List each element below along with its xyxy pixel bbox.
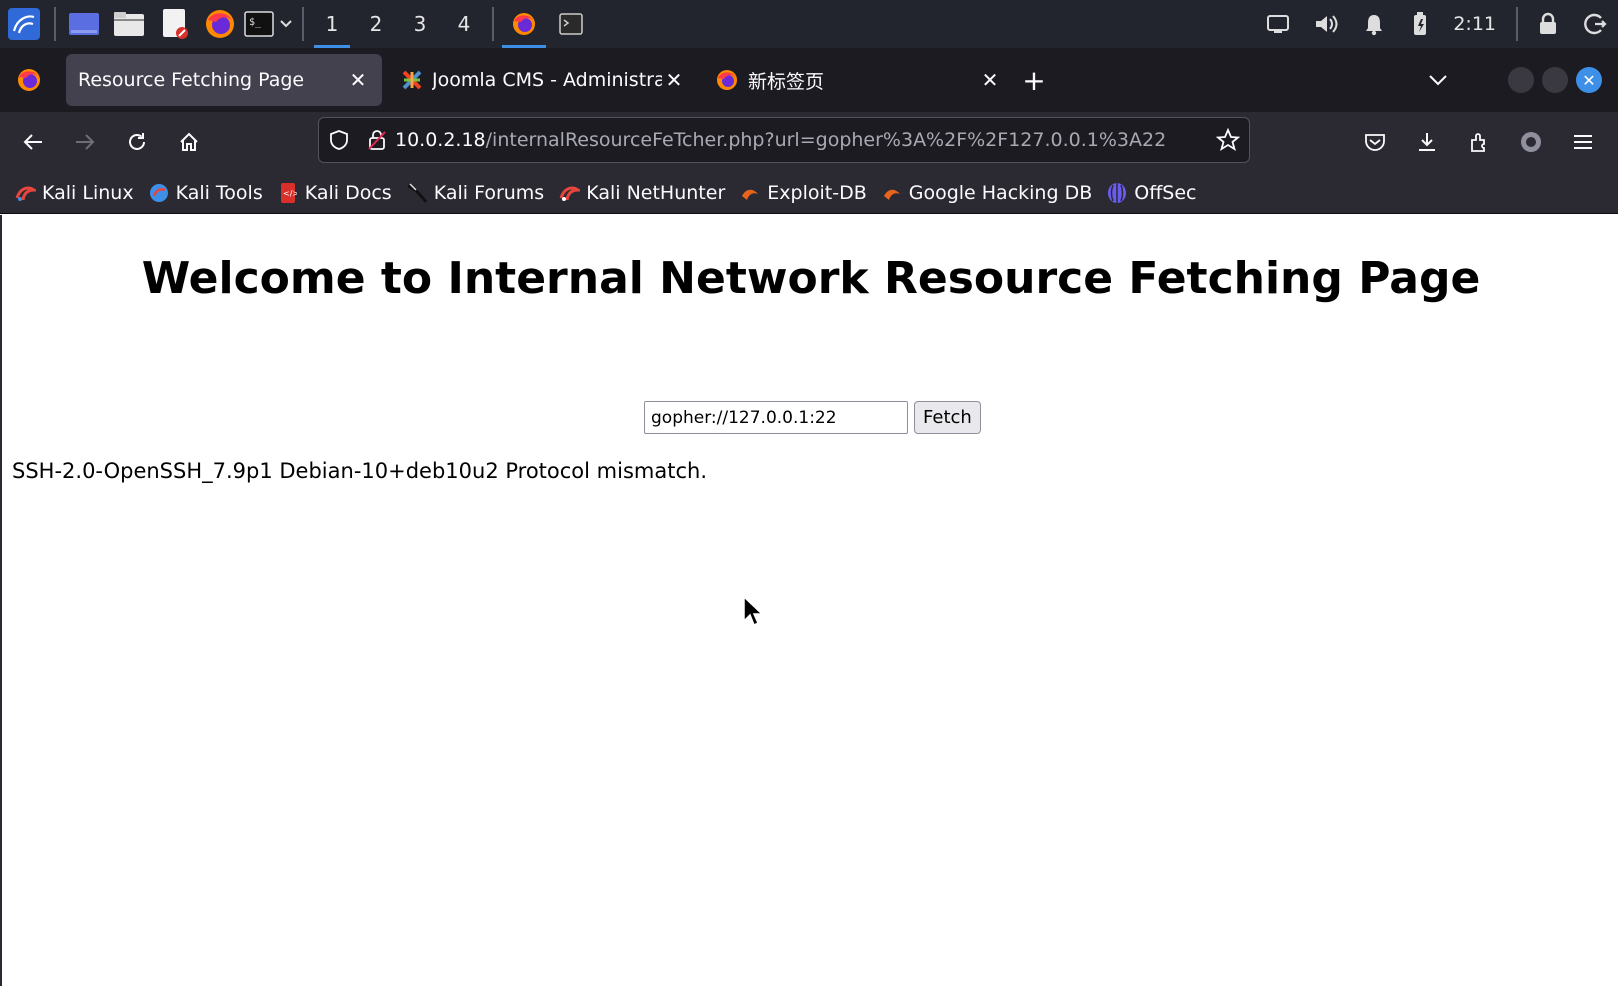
fetch-button[interactable]: Fetch	[914, 401, 981, 434]
bookmark-label: Kali Docs	[304, 181, 392, 204]
bookmark-label: Exploit-DB	[767, 181, 867, 204]
bookmark-label: Kali Tools	[175, 181, 263, 204]
clock: 2:11	[1453, 13, 1496, 35]
exploit-db-icon	[739, 182, 761, 204]
hamburger-menu-icon[interactable]	[1558, 122, 1608, 162]
bookmark-kali-linux[interactable]: Kali Linux	[14, 182, 134, 204]
firefox-window-button[interactable]	[500, 0, 548, 48]
kali-menu-icon[interactable]	[0, 0, 48, 48]
navigation-toolbar: 10.0.2.18/internalResourceFeTcher.php?ur…	[0, 112, 1618, 172]
chevron-down-icon[interactable]	[276, 0, 296, 48]
system-tray: 2:11	[1255, 0, 1618, 48]
kali-tools-icon	[148, 182, 170, 204]
volume-icon[interactable]	[1301, 0, 1351, 48]
logout-icon[interactable]	[1572, 0, 1618, 48]
toolbar-right-group	[1350, 112, 1610, 172]
url-text[interactable]: 10.0.2.18/internalResourceFeTcher.php?ur…	[395, 129, 1207, 151]
terminal-launcher-icon[interactable]: $_	[242, 0, 276, 48]
firefox-icon	[716, 69, 742, 91]
bookmark-label: Kali Linux	[42, 181, 134, 204]
home-icon[interactable]	[164, 122, 214, 162]
reload-icon[interactable]	[112, 122, 162, 162]
bookmark-label: OffSec	[1134, 181, 1197, 204]
maximize-button[interactable]	[1542, 67, 1568, 93]
svg-text:</>: </>	[283, 189, 297, 198]
tab-joomla-cms[interactable]: Joomla CMS - Administrat ✕	[388, 54, 698, 106]
bookmark-kali-docs[interactable]: </> Kali Docs	[277, 182, 392, 204]
new-tab-plus-icon[interactable]: +	[1014, 64, 1054, 97]
bookmarks-toolbar: Kali Linux Kali Tools </> Kali Docs Kali…	[0, 172, 1618, 214]
svg-text:$_: $_	[249, 17, 262, 28]
bookmark-label: Kali NetHunter	[586, 181, 726, 204]
back-arrow-icon[interactable]	[8, 122, 58, 162]
close-icon[interactable]: ✕	[346, 68, 370, 92]
workspace-3[interactable]: 3	[398, 0, 442, 48]
firefox-view-icon[interactable]	[0, 54, 58, 106]
bookmark-offsec[interactable]: OffSec	[1106, 181, 1197, 204]
bookmark-google-hacking-db[interactable]: Google Hacking DB	[881, 181, 1093, 204]
insecure-lock-icon[interactable]	[359, 129, 395, 151]
page-title: Welcome to Internal Network Resource Fet…	[141, 253, 1481, 304]
taskbar-separator	[492, 7, 494, 41]
tracking-protection-shield-icon[interactable]	[319, 129, 359, 151]
bookmark-star-icon[interactable]	[1207, 128, 1249, 152]
fetch-form: gopher://127.0.0.1:22 Fetch	[644, 401, 981, 434]
offsec-icon	[1106, 182, 1128, 204]
taskbar-separator	[302, 7, 304, 41]
file-manager-icon[interactable]	[106, 0, 152, 48]
tab-label: Joomla CMS - Administrat	[432, 69, 662, 91]
mouse-pointer-icon	[742, 595, 764, 633]
tab-label: Resource Fetching Page	[78, 69, 305, 91]
taskbar-separator	[1516, 7, 1518, 41]
forward-arrow-icon[interactable]	[60, 122, 110, 162]
text-editor-icon[interactable]	[152, 0, 198, 48]
minimize-button[interactable]	[1508, 67, 1534, 93]
firefox-launcher-icon[interactable]	[198, 0, 242, 48]
tab-new-tab[interactable]: 新标签页 ✕	[704, 54, 1014, 106]
bookmark-exploit-db[interactable]: Exploit-DB	[739, 181, 867, 204]
battery-icon[interactable]	[1397, 0, 1443, 48]
display-icon[interactable]	[1255, 0, 1301, 48]
bookmark-kali-nethunter[interactable]: Kali NetHunter	[558, 182, 725, 204]
list-all-tabs-chevron-icon[interactable]	[1428, 71, 1448, 90]
ghdb-icon	[881, 182, 903, 204]
show-desktop-icon[interactable]	[62, 0, 106, 48]
workspace-1[interactable]: 1	[310, 0, 354, 48]
pocket-icon[interactable]	[1350, 122, 1400, 162]
url-input[interactable]: gopher://127.0.0.1:22	[644, 401, 908, 434]
notifications-icon[interactable]	[1351, 0, 1397, 48]
joomla-icon	[400, 68, 426, 92]
tab-resource-fetching-page[interactable]: Resource Fetching Page ✕	[66, 54, 382, 106]
terminal-window-button[interactable]	[548, 0, 594, 48]
taskbar-separator	[54, 7, 56, 41]
kali-nethunter-icon	[558, 182, 581, 204]
bookmark-kali-forums[interactable]: Kali Forums	[406, 181, 545, 204]
url-host: 10.0.2.18	[395, 129, 486, 151]
downloads-icon[interactable]	[1402, 122, 1452, 162]
lock-icon[interactable]	[1524, 0, 1572, 48]
extensions-icon[interactable]	[1454, 122, 1504, 162]
kali-docs-icon: </>	[277, 182, 299, 204]
tab-strip: Resource Fetching Page ✕ Joomla CMS - Ad…	[0, 48, 1618, 112]
close-icon[interactable]: ✕	[662, 68, 686, 92]
workspace-2[interactable]: 2	[354, 0, 398, 48]
bookmark-label: Kali Forums	[433, 181, 545, 204]
page-content: Welcome to Internal Network Resource Fet…	[0, 215, 1618, 986]
kali-forums-icon	[406, 182, 428, 204]
fetch-result-text: SSH-2.0-OpenSSH_7.9p1 Debian-10+deb10u2 …	[12, 459, 707, 483]
url-bar[interactable]: 10.0.2.18/internalResourceFeTcher.php?ur…	[318, 117, 1250, 163]
close-window-button[interactable]: ✕	[1576, 67, 1602, 93]
taskbar: $_ 1 2 3 4 2:11	[0, 0, 1618, 48]
close-icon[interactable]: ✕	[978, 68, 1002, 92]
bookmark-label: Google Hacking DB	[908, 181, 1093, 204]
kali-dragon-icon	[14, 182, 36, 204]
bookmark-kali-tools[interactable]: Kali Tools	[148, 182, 263, 204]
account-icon[interactable]	[1506, 122, 1556, 162]
url-path: /internalResourceFeTcher.php?url=gopher%…	[485, 129, 1167, 151]
tab-label: 新标签页	[748, 70, 825, 93]
workspace-4[interactable]: 4	[442, 0, 486, 48]
